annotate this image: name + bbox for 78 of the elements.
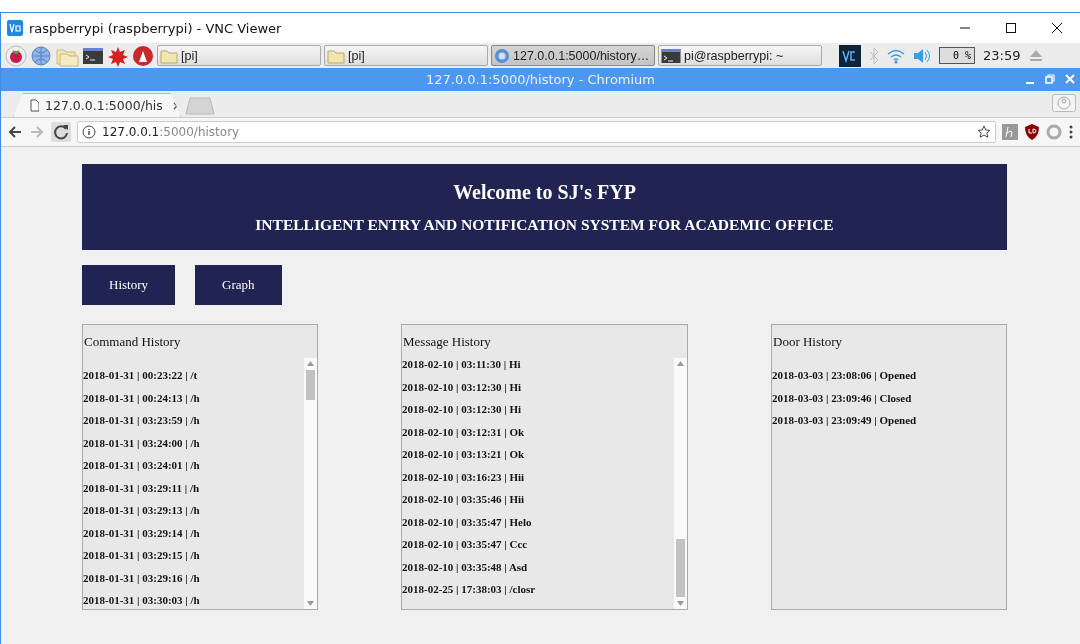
- bluetooth-icon[interactable]: [869, 46, 879, 65]
- nav-button[interactable]: History: [82, 265, 175, 305]
- page-title: Welcome to SJ's FYP: [453, 180, 636, 204]
- menu-icon[interactable]: [1068, 124, 1074, 140]
- scroll-down-icon[interactable]: [307, 601, 314, 606]
- history-entry: 2018-02-25 | 17:38:03 | /closr: [402, 583, 537, 597]
- history-entry: 2018-01-31 | 03:24:00 | /h: [83, 436, 201, 450]
- scroll-down-icon[interactable]: [677, 601, 684, 606]
- history-entry: 2018-03-03 | 23:09:49 | Opened: [772, 414, 918, 428]
- history-entry: 2018-01-31 | 03:29:14 | /h: [83, 526, 201, 540]
- address-bar[interactable]: 127.0.0.1:5000/history: [77, 121, 996, 143]
- scroll-thumb[interactable]: [306, 370, 315, 400]
- speaker-icon[interactable]: [913, 47, 931, 64]
- taskbar-button[interactable]: [pi]: [324, 45, 488, 66]
- window-title: raspberrypi (raspberrypi) - VNC Viewer: [29, 20, 283, 36]
- star-icon[interactable]: [977, 125, 991, 139]
- maximize-icon[interactable]: [1005, 22, 1017, 34]
- clock: 23:59: [983, 48, 1021, 63]
- globe-icon[interactable]: [30, 44, 52, 67]
- cpu-meter: 0 %: [939, 47, 975, 64]
- history-entry: 2018-01-31 | 03:24:01 | /h: [83, 459, 201, 473]
- history-entry: 2018-01-31 | 03:29:15 | /h: [83, 549, 201, 563]
- taskbar-button[interactable]: 127.0.0.1:5000/history…: [491, 45, 655, 66]
- scroll-thumb[interactable]: [676, 539, 685, 597]
- folder-icon[interactable]: [327, 47, 345, 64]
- forward-icon[interactable]: [29, 124, 45, 140]
- history-entry: 2018-02-10 | 03:11:30 | Hi: [402, 358, 522, 372]
- raspberry-icon[interactable]: [5, 44, 27, 67]
- history-entry: 2018-02-10 | 03:35:47 | Ccc: [402, 538, 529, 552]
- scrollbar[interactable]: [304, 358, 317, 609]
- history-entry: 2018-01-31 | 03:23:59 | /h: [83, 414, 201, 428]
- history-entry: 2018-03-03 | 23:08:06 | Opened: [772, 369, 918, 383]
- history-entry: 2018-02-10 | 03:35:47 | Helo: [402, 515, 533, 529]
- page-icon: [30, 99, 39, 112]
- restore-icon[interactable]: [1044, 72, 1056, 86]
- new-tab-icon[interactable]: [185, 97, 215, 115]
- ring-icon[interactable]: [1046, 124, 1062, 140]
- history-entry: 2018-02-10 | 03:12:31 | Ok: [402, 425, 526, 439]
- history-entry: 2018-02-10 | 03:13:21 | Ok: [402, 448, 526, 462]
- history-entry: 2018-01-31 | 03:29:16 | /h: [83, 571, 201, 585]
- history-entry: 2018-01-31 | 03:29:11 | /h: [83, 481, 201, 495]
- terminal-icon[interactable]: [82, 45, 104, 66]
- panel-title: Message History: [403, 333, 491, 350]
- profile-icon[interactable]: [1052, 94, 1076, 112]
- history-entry: 2018-02-10 | 03:16:23 | Hii: [402, 470, 526, 484]
- panel-title: Door History: [773, 333, 842, 350]
- panel-title: Command History: [84, 333, 181, 350]
- back-icon[interactable]: [7, 124, 23, 140]
- history-entry: 2018-02-10 | 03:12:30 | Hi: [402, 380, 523, 394]
- folder-icon[interactable]: [160, 47, 178, 64]
- page-subtitle: INTELLIGENT ENTRY AND NOTIFICATION SYSTEM FOR ACADEMIC OFFICE: [255, 215, 834, 234]
- vnc-icon[interactable]: [839, 44, 861, 67]
- history-entry: 2018-01-31 | 00:24:13 | /h: [83, 391, 201, 405]
- history-entry: 2018-01-31 | 03:29:13 | /h: [83, 504, 201, 518]
- vnc-logo-icon[interactable]: [7, 20, 23, 36]
- taskbar-button[interactable]: pi@raspberrypi: ~: [658, 45, 822, 66]
- history-entry: 2018-01-31 | 03:30:03 | /h: [83, 594, 201, 608]
- terminal-icon[interactable]: [661, 47, 681, 64]
- eject-icon[interactable]: [1028, 48, 1045, 63]
- history-entry: 2018-02-10 | 03:35:48 | Asd: [402, 560, 529, 574]
- triangle-logo-icon[interactable]: [132, 44, 154, 67]
- nav-button[interactable]: Graph: [195, 265, 282, 305]
- reload-icon[interactable]: [51, 122, 71, 142]
- browser-title: 127.0.0.1:5000/history - Chromium: [425, 72, 655, 87]
- scrollbar[interactable]: [674, 358, 687, 609]
- history-entry: 2018-01-31 | 00:23:22 | /t: [83, 369, 199, 383]
- scroll-up-icon[interactable]: [307, 361, 314, 366]
- shield-icon[interactable]: [1024, 123, 1040, 141]
- browser-tab[interactable]: 127.0.0.1:5000/his: [13, 93, 181, 117]
- history-entry: 2018-02-10 | 03:35:46 | Hii: [402, 493, 526, 507]
- browser-icon[interactable]: [494, 47, 510, 64]
- info-icon[interactable]: [82, 125, 96, 139]
- h-extension-icon[interactable]: [1002, 124, 1018, 140]
- wifi-icon[interactable]: [887, 47, 905, 64]
- taskbar-button[interactable]: [pi]: [157, 45, 321, 66]
- history-entry: 2018-03-03 | 23:09:46 | Closed: [772, 391, 913, 405]
- history-entry: 2018-02-10 | 03:12:30 | Hi: [402, 403, 523, 417]
- scroll-up-icon[interactable]: [677, 361, 684, 366]
